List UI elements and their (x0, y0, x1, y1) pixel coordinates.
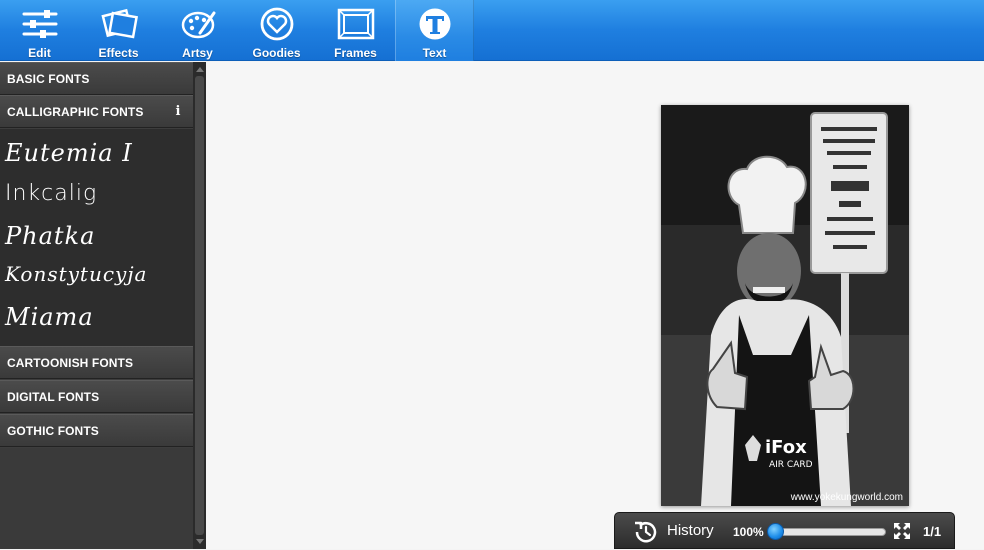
tool-artsy-label: Artsy (182, 46, 213, 60)
tool-text-label: Text (422, 46, 447, 60)
zoom-level: 100% (733, 525, 764, 539)
tool-goodies-label: Goodies (252, 46, 301, 60)
scroll-up-icon[interactable] (196, 67, 204, 72)
svg-text:iFox: iFox (765, 437, 807, 458)
category-cartoonish-fonts[interactable]: CARTOONISH FONTS (0, 346, 193, 379)
calligraphic-font-list: Eutemia I Inkcalig Phatka Konstytucyja M… (0, 129, 193, 346)
sliders-icon (18, 4, 62, 44)
tool-text[interactable]: Text (395, 0, 474, 61)
category-calligraphic-fonts[interactable]: CALLIGRAPHIC FONTS i (0, 95, 193, 128)
tool-edit-label: Edit (28, 46, 51, 60)
info-icon[interactable]: i (173, 105, 183, 119)
photo-illustration: iFox AIR CARD (661, 105, 909, 506)
category-calligraphic-label: CALLIGRAPHIC FONTS (7, 105, 144, 119)
font-option-eutemia[interactable]: Eutemia I (5, 139, 133, 167)
tool-frames-label: Frames (334, 46, 377, 60)
frame-icon (334, 4, 378, 44)
scroll-thumb[interactable] (195, 76, 204, 535)
category-basic-fonts[interactable]: BASIC FONTS (0, 62, 193, 95)
zoom-slider-track[interactable] (771, 528, 886, 536)
top-toolbar: Edit Effects Artsy Goodies Frames Text (0, 0, 984, 61)
editor-canvas[interactable]: iFox AIR CARD www.yokekungworld.com (206, 62, 984, 549)
category-digital-fonts[interactable]: DIGITAL FONTS (0, 380, 193, 413)
history-bar: History 100% 1/1 (614, 512, 955, 549)
tool-effects[interactable]: Effects (79, 0, 158, 61)
zoom-slider-knob[interactable] (767, 523, 784, 540)
font-option-inkcalig[interactable]: Inkcalig (5, 181, 97, 206)
tool-artsy[interactable]: Artsy (158, 0, 237, 61)
palette-icon (176, 4, 220, 44)
history-icon[interactable] (633, 519, 659, 545)
font-sidebar: BASIC FONTS CALLIGRAPHIC FONTS i Eutemia… (0, 62, 206, 549)
font-option-miama[interactable]: Miama (5, 303, 94, 331)
sidebar-scrollbar[interactable] (193, 62, 206, 549)
photos-icon (97, 4, 141, 44)
category-gothic-fonts[interactable]: GOTHIC FONTS (0, 414, 193, 447)
font-option-phatka[interactable]: Phatka (5, 222, 95, 250)
fit-screen-icon[interactable] (893, 522, 911, 540)
sidebar-empty-area (0, 448, 193, 549)
photo-watermark: www.yokekungworld.com (790, 492, 903, 503)
svg-text:AIR CARD: AIR CARD (769, 460, 813, 470)
tool-effects-label: Effects (98, 46, 139, 60)
edited-photo[interactable]: iFox AIR CARD www.yokekungworld.com (661, 105, 909, 506)
tool-frames[interactable]: Frames (316, 0, 395, 61)
tool-goodies[interactable]: Goodies (237, 0, 316, 61)
page-indicator: 1/1 (923, 524, 942, 539)
heart-badge-icon (255, 4, 299, 44)
scroll-down-icon[interactable] (196, 539, 204, 544)
text-t-icon (413, 4, 457, 44)
font-option-konstytucyja[interactable]: Konstytucyja (5, 262, 147, 286)
tool-edit[interactable]: Edit (0, 0, 79, 61)
history-label[interactable]: History (667, 522, 714, 539)
